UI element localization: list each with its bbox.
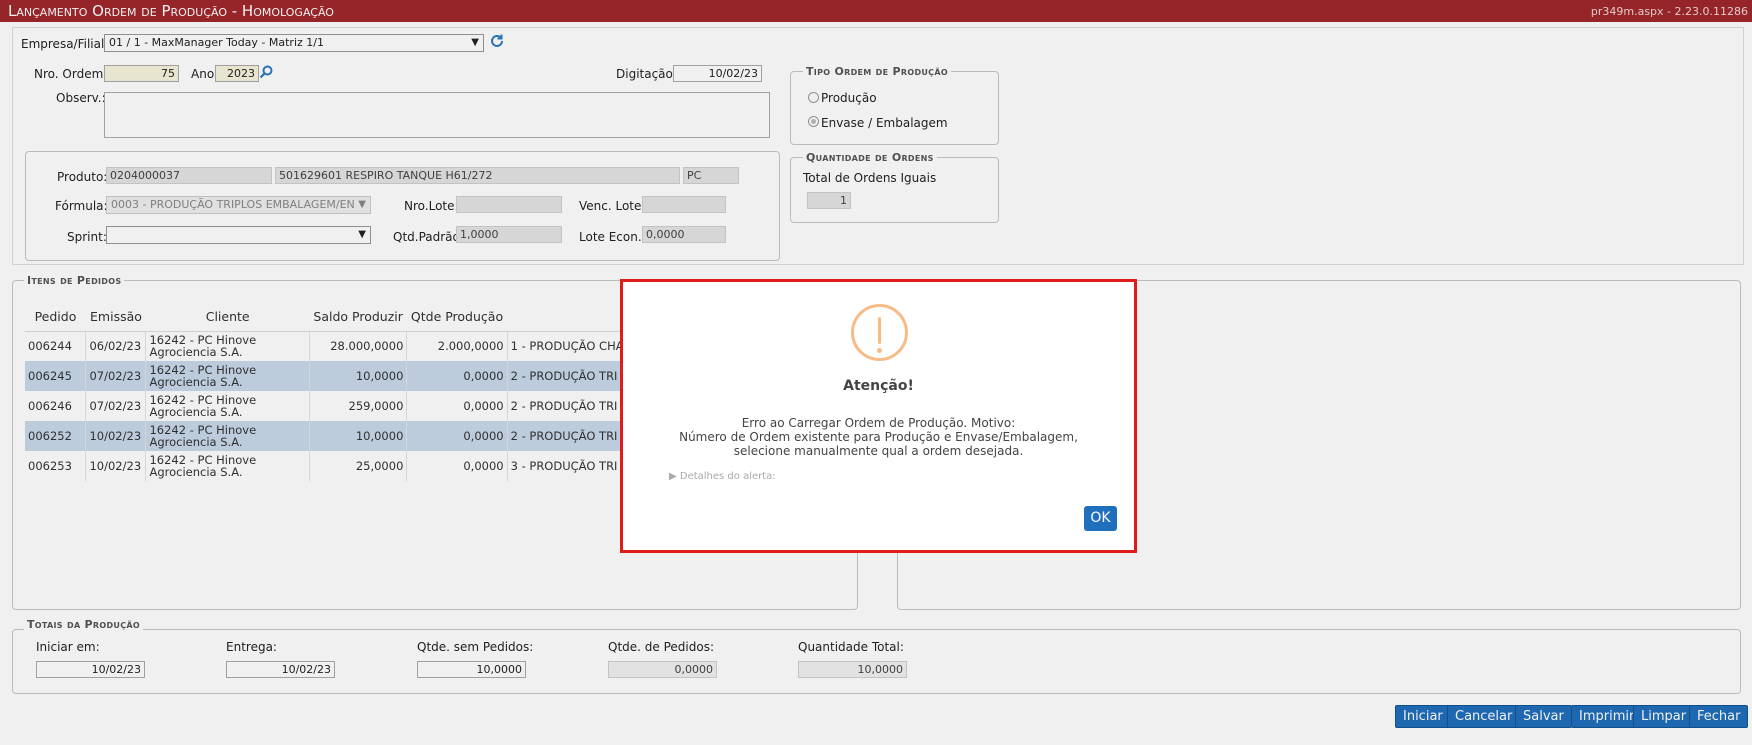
alert-title: Atenção! bbox=[843, 378, 914, 394]
alert-details-toggle[interactable]: ▶ Detalhes do alerta: bbox=[669, 471, 776, 482]
alert-message-line: selecione manualmente qual a ordem desej… bbox=[733, 444, 1024, 458]
warning-icon-bar bbox=[878, 317, 881, 344]
alert-message: Erro ao Carregar Ordem de Produção. Moti… bbox=[623, 416, 1134, 458]
alert-message-line: Erro ao Carregar Ordem de Produção. Moti… bbox=[741, 416, 1016, 430]
alert-message-line: Número de Ordem existente para Produção … bbox=[679, 430, 1078, 444]
alert-dialog: Atenção! Erro ao Carregar Ordem de Produ… bbox=[620, 279, 1137, 553]
ok-button[interactable]: OK bbox=[1084, 506, 1117, 531]
warning-icon-dot bbox=[877, 348, 882, 353]
warning-icon bbox=[851, 304, 908, 361]
